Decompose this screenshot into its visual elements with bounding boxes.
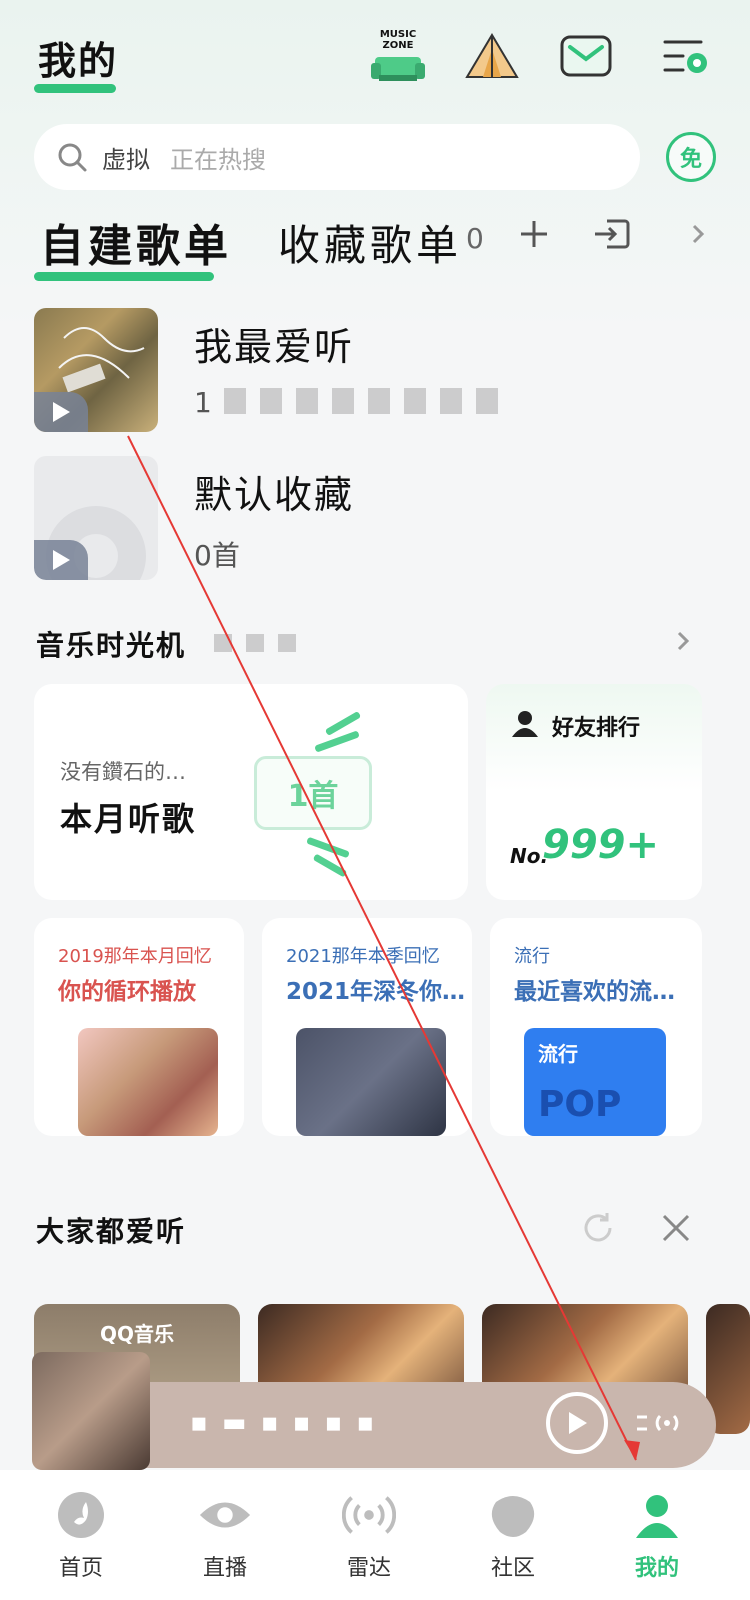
nav-radar[interactable]: 雷达 bbox=[314, 1488, 424, 1598]
add-playlist-icon[interactable] bbox=[512, 212, 556, 256]
month-card-subtitle: 没有鑽石的… bbox=[60, 760, 186, 784]
memory-tag: 2019那年本月回忆 bbox=[58, 946, 212, 967]
search-bar[interactable]: 虚拟 正在热搜 bbox=[34, 124, 640, 190]
genre-art-pop: POP bbox=[538, 1084, 622, 1125]
month-card-title: 本月听歌 bbox=[60, 800, 197, 838]
memory-card-2021[interactable]: 2021那年本季回忆 2021年深冬你… bbox=[262, 918, 472, 1136]
eye-icon bbox=[198, 1488, 252, 1542]
nav-label: 直播 bbox=[202, 1556, 247, 1581]
tab-self-built-playlists[interactable]: 自建歌单 bbox=[40, 210, 232, 274]
nav-label: 雷达 bbox=[346, 1556, 391, 1581]
search-hint-left: 虚拟 bbox=[102, 145, 150, 174]
friends-label: 好友排行 bbox=[552, 716, 641, 741]
friends-ranking-card[interactable]: 好友排行 No. 999+ bbox=[486, 684, 702, 900]
play-chip[interactable] bbox=[34, 392, 88, 432]
redacted-text bbox=[224, 388, 498, 414]
close-icon[interactable] bbox=[656, 1208, 696, 1248]
page-title: 我的 bbox=[38, 39, 119, 83]
free-mode-button[interactable]: 免 bbox=[666, 132, 716, 182]
radar-icon bbox=[342, 1488, 396, 1542]
memory-tag: 2021那年本季回忆 bbox=[286, 946, 440, 967]
playlist-row[interactable]: 默认收藏 0首 bbox=[34, 456, 724, 582]
rank-value: 999+ bbox=[542, 822, 660, 868]
home-icon bbox=[54, 1488, 108, 1542]
header: 我的 MUSIC ZONE bbox=[0, 0, 750, 110]
nav-label: 我的 bbox=[634, 1556, 679, 1581]
genre-art-label: 流行 bbox=[538, 1042, 578, 1066]
nav-label: 首页 bbox=[58, 1556, 103, 1581]
now-playing-cover[interactable] bbox=[32, 1352, 150, 1470]
nav-home[interactable]: 首页 bbox=[26, 1488, 136, 1598]
nav-label: 社区 bbox=[490, 1556, 535, 1581]
search-icon bbox=[58, 143, 87, 172]
decor-stripe bbox=[306, 836, 350, 859]
bottom-navigation: 首页 直播 雷达 社区 我的 bbox=[0, 1470, 750, 1600]
playlist-name: 默认收藏 bbox=[194, 473, 355, 517]
time-machine-title: 音乐时光机 bbox=[36, 629, 187, 662]
album-art bbox=[296, 1028, 446, 1136]
brand-label: QQ音乐 bbox=[100, 1322, 175, 1346]
playlist-cover bbox=[34, 456, 158, 580]
song-count-badge: 1首 bbox=[254, 756, 372, 830]
memory-title: 你的循环播放 bbox=[58, 979, 196, 1005]
nav-profile[interactable]: 我的 bbox=[602, 1488, 712, 1598]
nav-live[interactable]: 直播 bbox=[170, 1488, 280, 1598]
profile-icon bbox=[630, 1488, 684, 1542]
nav-community[interactable]: 社区 bbox=[458, 1488, 568, 1598]
decor-stripe bbox=[312, 853, 348, 878]
music-zone-icon[interactable]: MUSIC ZONE bbox=[368, 26, 428, 86]
genre-card-pop[interactable]: 流行 最近喜欢的流… 流行 POP bbox=[490, 918, 702, 1136]
pop-genre-art: 流行 POP bbox=[524, 1028, 666, 1136]
collected-count: 0 bbox=[466, 222, 484, 255]
genre-tag: 流行 bbox=[514, 946, 550, 967]
playlist-subtitle: 1 bbox=[194, 386, 212, 419]
playlist-cover bbox=[34, 308, 158, 432]
play-button[interactable] bbox=[546, 1392, 608, 1454]
everyone-loves-title: 大家都爱听 bbox=[36, 1215, 187, 1248]
decor-stripe bbox=[314, 730, 360, 753]
title-underline bbox=[34, 84, 116, 93]
music-zone-label: MUSIC ZONE bbox=[379, 29, 417, 51]
play-chip[interactable] bbox=[34, 540, 88, 580]
refresh-icon[interactable] bbox=[578, 1208, 618, 1248]
chevron-right-icon[interactable] bbox=[668, 626, 698, 656]
memory-title: 2021年深冬你… bbox=[286, 979, 466, 1005]
now-playing-title: ▪ ▬ ▪ ▪ ▪ ▪ bbox=[190, 1408, 377, 1438]
album-art bbox=[78, 1028, 218, 1136]
playlist-name: 我最爱听 bbox=[194, 325, 355, 369]
tab-underline bbox=[34, 272, 214, 281]
mail-icon[interactable] bbox=[556, 26, 616, 86]
tent-icon[interactable] bbox=[462, 26, 522, 86]
playlist-subtitle: 0首 bbox=[194, 539, 240, 572]
broadcast-icon[interactable] bbox=[630, 1398, 690, 1448]
tab-collected-playlists[interactable]: 收藏歌单 bbox=[278, 212, 462, 273]
chevron-right-icon[interactable] bbox=[676, 212, 720, 256]
search-hint-right: 正在热搜 bbox=[170, 145, 266, 174]
friends-icon bbox=[512, 711, 538, 737]
memory-card-2019[interactable]: 2019那年本月回忆 你的循环播放 bbox=[34, 918, 244, 1136]
redacted-text bbox=[214, 634, 296, 652]
playlist-row[interactable]: 我最爱听 1 bbox=[34, 308, 724, 434]
menu-settings-icon[interactable] bbox=[656, 26, 716, 86]
import-playlist-icon[interactable] bbox=[590, 212, 634, 256]
sofa-icon bbox=[371, 57, 425, 81]
monthly-listening-card[interactable]: 没有鑽石的… 本月听歌 1首 bbox=[34, 684, 468, 900]
community-icon bbox=[486, 1488, 540, 1542]
genre-title: 最近喜欢的流… bbox=[514, 979, 675, 1005]
